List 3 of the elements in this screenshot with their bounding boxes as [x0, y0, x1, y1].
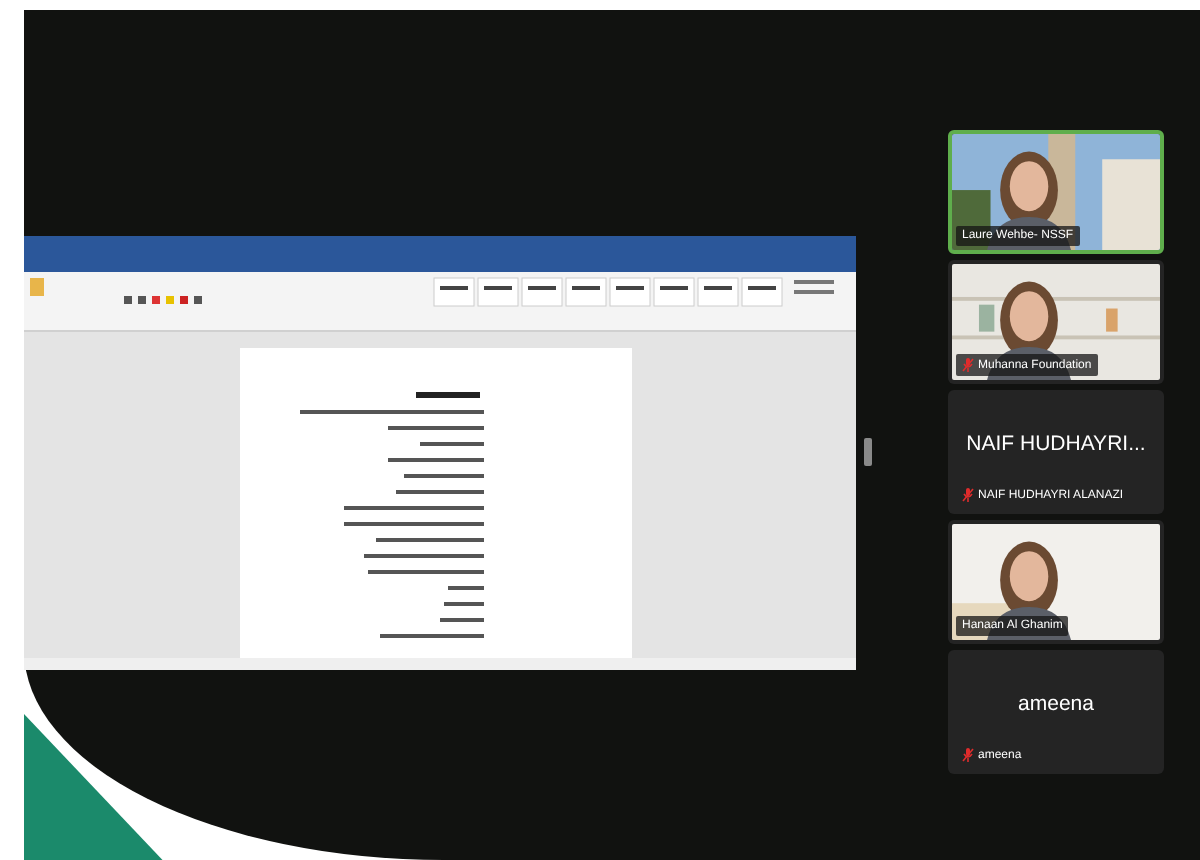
- participant-name: NAIF HUDHAYRI...: [964, 430, 1148, 460]
- participant-name: ameena: [1016, 690, 1096, 720]
- splitter-handle[interactable]: [864, 438, 872, 466]
